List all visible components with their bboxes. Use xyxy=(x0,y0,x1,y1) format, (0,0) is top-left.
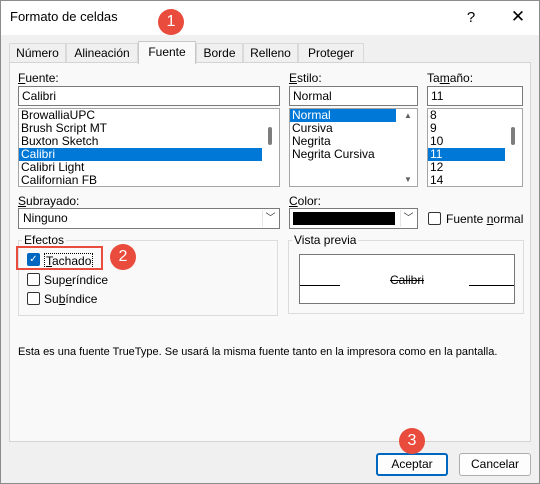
font-list-scrollbar[interactable] xyxy=(262,109,279,186)
style-label: Estilo: xyxy=(289,71,322,85)
size-list[interactable]: 8 9 10 11 12 14 xyxy=(427,108,523,187)
accept-button[interactable]: Aceptar xyxy=(376,453,448,476)
style-list[interactable]: Normal Cursiva Negrita Negrita Cursiva ▲… xyxy=(289,108,418,187)
scroll-up-icon[interactable]: ▲ xyxy=(404,111,412,120)
underline-select[interactable]: Ninguno ﹀ xyxy=(18,208,280,229)
size-label: Tamaño: xyxy=(427,71,474,85)
preview-group: Vista previa Calibri xyxy=(288,233,524,314)
tab-borde[interactable]: Borde xyxy=(196,43,243,63)
chevron-down-icon[interactable]: ﹀ xyxy=(262,210,278,227)
tab-fuente[interactable]: Fuente xyxy=(138,41,196,64)
info-text: Esta es una fuente TrueType. Se usará la… xyxy=(18,346,498,358)
preview-box: Calibri xyxy=(299,254,515,304)
color-label: Color: xyxy=(289,194,322,208)
subscript-label: Subíndice xyxy=(44,292,98,306)
annotation-highlight-box xyxy=(16,246,103,270)
font-input[interactable]: Calibri xyxy=(18,86,280,106)
list-item[interactable]: Californian FB xyxy=(19,174,279,187)
underline-label: Subrayado: xyxy=(18,194,80,208)
effects-title: Efectos xyxy=(22,233,67,247)
superscript-checkbox[interactable] xyxy=(27,273,40,286)
title-bar: Formato de celdas ? ✕ xyxy=(1,1,539,35)
preview-title: Vista previa xyxy=(292,233,359,247)
color-swatch xyxy=(293,212,395,225)
size-list-scrollbar[interactable] xyxy=(505,109,522,186)
color-select[interactable]: ﹀ xyxy=(289,208,418,229)
tab-numero[interactable]: Número xyxy=(9,43,66,63)
normal-font-label: Fuente normal xyxy=(446,212,524,226)
size-input[interactable]: 11 xyxy=(427,86,523,106)
scroll-down-icon[interactable]: ▼ xyxy=(404,175,412,184)
tab-alineacion[interactable]: Alineación xyxy=(66,43,138,63)
style-list-scrollbar[interactable]: ▲ ▼ xyxy=(400,109,417,186)
annotation-badge-3: 3 xyxy=(399,428,425,454)
font-label: Fuente: xyxy=(18,71,59,85)
tab-relleno[interactable]: Relleno xyxy=(243,43,298,63)
help-button[interactable]: ? xyxy=(459,7,483,29)
format-cells-dialog: Formato de celdas ? ✕ Número Alineación … xyxy=(0,0,540,484)
cancel-button[interactable]: Cancelar xyxy=(459,453,531,476)
preview-sample: Calibri xyxy=(389,273,424,287)
scroll-thumb[interactable] xyxy=(511,127,515,145)
normal-font-checkbox[interactable] xyxy=(428,212,441,225)
subscript-checkbox[interactable] xyxy=(27,292,40,305)
underline-value: Ninguno xyxy=(23,211,68,225)
chevron-down-icon[interactable]: ﹀ xyxy=(400,210,416,227)
list-item[interactable]: Buxton Sketch xyxy=(19,135,279,148)
dialog-title: Formato de celdas xyxy=(10,9,118,24)
annotation-badge-2: 2 xyxy=(110,244,136,270)
font-list[interactable]: BrowalliaUPC Brush Script MT Buxton Sket… xyxy=(18,108,280,187)
annotation-badge-1: 1 xyxy=(158,9,184,35)
scroll-thumb[interactable] xyxy=(268,127,272,145)
close-button[interactable]: ✕ xyxy=(505,5,531,29)
list-item[interactable]: Negrita Cursiva xyxy=(290,148,417,161)
tab-proteger[interactable]: Proteger xyxy=(298,43,364,63)
style-input[interactable]: Normal xyxy=(289,86,418,106)
superscript-label: Superíndice xyxy=(44,273,109,287)
